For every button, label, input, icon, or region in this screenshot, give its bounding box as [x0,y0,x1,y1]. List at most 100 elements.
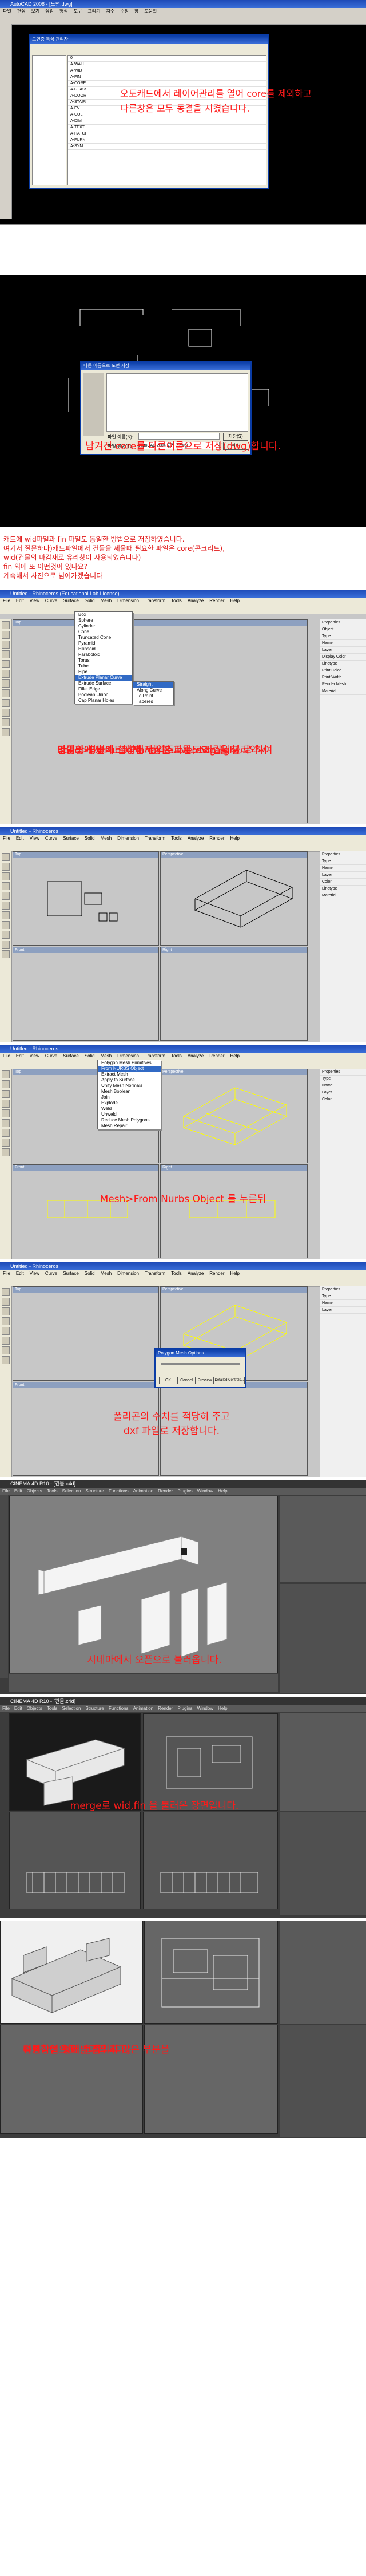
viewport-front[interactable]: Front [13,1164,159,1258]
viewport-right[interactable] [0,2025,143,2134]
layer-row[interactable]: A-DIM [68,118,266,125]
menu-item[interactable]: Mesh Boolean [98,1089,161,1095]
density-slider[interactable] [161,1363,240,1365]
menu-item[interactable]: Help [228,598,242,603]
menu-item[interactable]: Objects [25,1488,45,1494]
menu-item[interactable]: Unweld [98,1112,161,1117]
menu-item[interactable]: Help [216,1706,229,1711]
menu-item[interactable]: Help [228,836,242,841]
menu-item[interactable]: Transform [142,836,168,841]
ok-button[interactable]: OK [159,1377,177,1384]
menu-item[interactable]: File [0,1706,12,1711]
layer-row[interactable]: A-TEXT [68,125,266,131]
viewport-right[interactable]: Right [160,1164,308,1258]
viewport-perspective[interactable]: Perspective [160,851,308,946]
layer-row[interactable]: 0 [68,56,266,62]
viewport-top[interactable]: Top [13,619,308,823]
layer-row[interactable]: A-WID [68,68,266,74]
menu-item[interactable]: Mesh [98,836,115,841]
menu-item[interactable]: Fillet Edge [75,686,132,692]
layer-row[interactable]: A-WALL [68,62,266,68]
menu-item[interactable]: Edit [13,1053,27,1058]
detailed-controls-button[interactable]: Detailed Controls... [214,1377,245,1384]
menu-item[interactable]: Surface [60,1053,82,1058]
menu-item[interactable]: Unify Mesh Normals [98,1083,161,1089]
menu-item[interactable]: Mesh [98,1053,115,1058]
menu-item[interactable]: Curve [42,1271,60,1276]
menu-item[interactable]: Dimension [114,1053,142,1058]
menu-item[interactable]: Edit [13,1271,27,1276]
menu-item[interactable]: Cap Planar Holes [75,698,132,704]
menu-item[interactable]: Help [228,1271,242,1276]
viewport-perspective[interactable]: Perspective [160,1069,308,1163]
menu-item[interactable]: Mesh [98,1271,115,1276]
menu-item[interactable]: Selection [60,1488,83,1494]
menu-item[interactable]: Extrude Planar Curve [75,675,132,681]
menu-item[interactable]: Plugins [175,1488,194,1494]
menu-item[interactable]: Transform [142,598,168,603]
menu-item[interactable]: Weld [98,1106,161,1112]
timeline[interactable] [9,1674,278,1692]
viewport-perspective[interactable] [0,1921,143,2024]
menu-item[interactable]: Functions [106,1706,131,1711]
menu-item[interactable]: Truncated Cone [75,635,132,641]
layer-row[interactable]: A-FIN [68,74,266,81]
viewport-top[interactable]: Top [13,1286,159,1381]
menu-item[interactable]: Tools [45,1706,60,1711]
object-manager[interactable] [280,1921,366,2024]
menu-item[interactable]: Window [195,1488,216,1494]
menu-item[interactable]: Render [206,1271,227,1276]
properties-panel[interactable]: Properties Object Type Name Layer Display Col… [320,619,366,824]
viewport-right[interactable]: Right [160,947,308,1041]
menu-item[interactable]: Tapered [133,699,173,705]
menu-item[interactable]: File [0,598,13,603]
menu-item[interactable]: Join [98,1095,161,1100]
menu-item[interactable]: File [0,1271,13,1276]
menu-item[interactable]: Analyze [185,836,206,841]
menu-item[interactable]: File [0,836,13,841]
menu-item[interactable]: Selection [60,1706,83,1711]
menu-item[interactable]: Tube [75,663,132,669]
menu-item[interactable]: Curve [42,836,60,841]
layer-row[interactable]: A-SYM [68,144,266,150]
menu-item[interactable]: Transform [142,1271,168,1276]
menu-item[interactable]: Edit [12,1488,25,1494]
file-list[interactable] [106,373,248,432]
menu-item[interactable]: Cone [75,629,132,635]
viewport-front[interactable] [143,1812,278,1909]
places-bar[interactable] [83,373,104,436]
preview-button[interactable]: Preview [196,1377,214,1384]
menu-item[interactable]: Animation [131,1488,156,1494]
cancel-button[interactable]: Cancel [177,1377,196,1384]
menu-item[interactable]: Sphere [75,618,132,623]
menu-item[interactable]: Window [195,1706,216,1711]
menu-item[interactable]: Solid [82,598,98,603]
menu-item[interactable]: View [27,1053,42,1058]
properties-panel[interactable]: Properties Type Name Layer Color Linetype Mate… [320,851,366,1042]
menu-item[interactable]: Structure [83,1706,106,1711]
viewport-perspective[interactable] [9,1713,141,1811]
menu-item[interactable]: View [27,1271,42,1276]
layer-list[interactable]: 0 A-WALL A-WID A-FIN A-CORE A-GLASS A-DOOR A-ST… [67,55,266,185]
menu-item[interactable]: Apply to Surface [98,1077,161,1083]
menu-item[interactable]: Help [228,1053,242,1058]
menu-item[interactable]: Straight [133,682,173,688]
menu-item[interactable]: Mesh [98,598,115,603]
menu-item[interactable]: Analyze [185,1271,206,1276]
viewport-top[interactable] [143,1713,278,1811]
menu-item[interactable]: Extrude Surface [75,681,132,686]
viewport-right[interactable] [9,1812,141,1909]
attributes-manager[interactable] [280,1584,366,1693]
menu-item[interactable]: Analyze [185,1053,206,1058]
menu-item[interactable]: Curve [42,1053,60,1058]
menu-item[interactable]: Functions [106,1488,131,1494]
menu-item[interactable]: View [27,836,42,841]
menu-item[interactable]: Solid [82,836,98,841]
object-manager[interactable] [280,1496,366,1582]
menu-item[interactable]: Edit [13,836,27,841]
layer-row[interactable]: A-HATCH [68,131,266,137]
viewport-front[interactable] [144,2025,278,2134]
menu-item[interactable]: File [0,1053,13,1058]
menu-item[interactable]: Render [206,836,227,841]
menu-item[interactable]: Help [216,1488,229,1494]
